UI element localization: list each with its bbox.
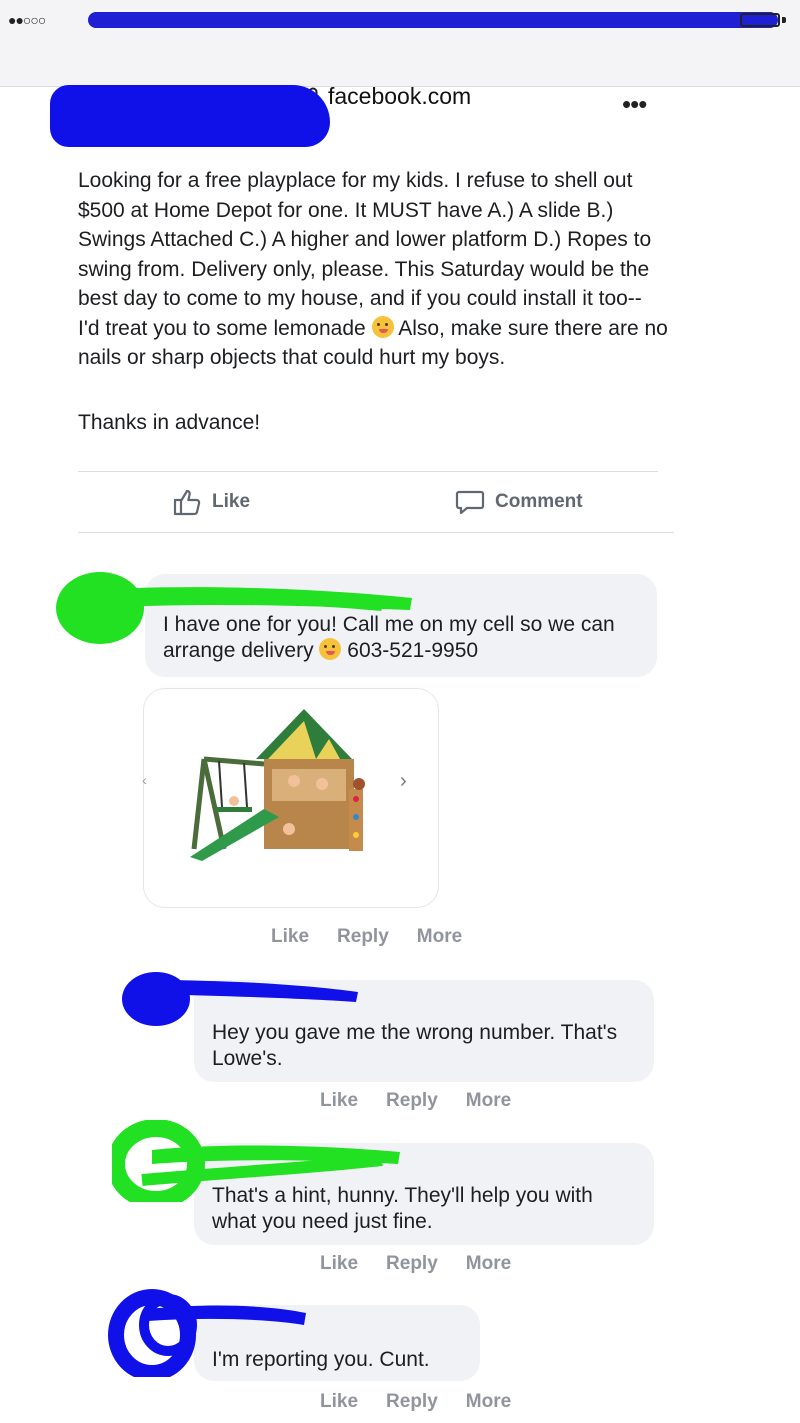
redacted-commenter-avatar (56, 572, 412, 644)
prev-image-icon[interactable]: ‹ (142, 772, 147, 788)
comment-actions: Like Reply More (320, 1391, 511, 1413)
status-bar: ●●○○○ (0, 0, 800, 38)
comment-like-link[interactable]: Like (320, 1253, 358, 1275)
comment-more-link[interactable]: More (466, 1090, 511, 1112)
redacted-author-name (50, 85, 330, 147)
divider (78, 471, 658, 472)
comment-reply-link[interactable]: Reply (386, 1090, 438, 1112)
thumbs-up-icon (173, 489, 201, 516)
like-button[interactable]: Like (172, 487, 250, 517)
url-text: facebook.com (328, 83, 472, 109)
post-signoff: Thanks in advance! (78, 411, 261, 434)
comment-text: Hey you gave me the wrong number. That's… (212, 1021, 618, 1070)
battery-tip (782, 17, 786, 23)
comment-like-link[interactable]: Like (320, 1391, 358, 1413)
next-image-icon[interactable]: › (400, 770, 407, 793)
playset-image (190, 709, 365, 861)
comment-reply-link[interactable]: Reply (386, 1253, 438, 1275)
signal-strength: ●●○○○ (8, 12, 46, 28)
comment-icon (455, 490, 485, 515)
comment-more-link[interactable]: More (417, 926, 462, 948)
redacted-commenter-avatar (112, 1120, 400, 1202)
comment-actions: Like Reply More (320, 1090, 511, 1112)
post-body: Looking for a free playplace for my kids… (78, 166, 668, 373)
comment-actions: Like Reply More (271, 926, 462, 948)
comment-like-link[interactable]: Like (271, 926, 309, 948)
redacted-commenter-avatar (108, 1289, 306, 1377)
more-options-button[interactable]: ••• (622, 91, 647, 117)
comment-more-link[interactable]: More (466, 1391, 511, 1413)
redaction-scribble (88, 12, 778, 28)
divider (78, 532, 674, 533)
comment-like-link[interactable]: Like (320, 1090, 358, 1112)
url-bar[interactable]: facebook.com (0, 38, 800, 109)
comment-actions: Like Reply More (320, 1253, 511, 1275)
comment-reply-link[interactable]: Reply (337, 926, 389, 948)
redacted-commenter-avatar (122, 972, 358, 1026)
comment-reply-link[interactable]: Reply (386, 1391, 438, 1413)
comment-label: Comment (495, 491, 583, 512)
post-text: Looking for a free playplace for my kids… (78, 169, 652, 340)
comment-more-link[interactable]: More (466, 1253, 511, 1275)
comment-button[interactable]: Comment (455, 487, 583, 517)
battery-icon (740, 13, 780, 27)
like-label: Like (212, 491, 251, 512)
tongue-wink-emoji-icon (371, 315, 394, 338)
playset-image-card[interactable] (143, 688, 439, 908)
